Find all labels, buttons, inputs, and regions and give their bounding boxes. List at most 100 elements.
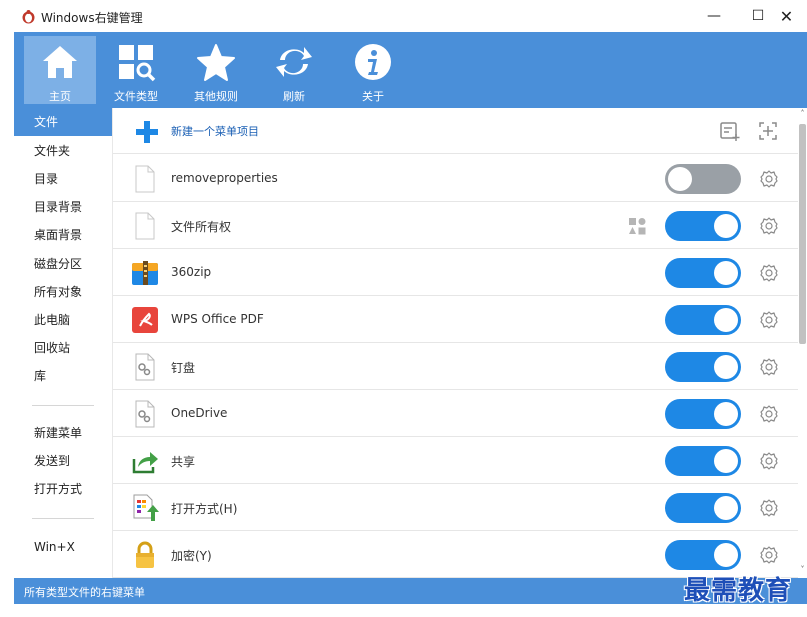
scroll-up-arrow-icon[interactable]: ˄	[798, 110, 807, 118]
menu-item-toggle[interactable]	[665, 211, 741, 241]
gear-icon[interactable]	[759, 216, 779, 236]
settings-file-icon	[135, 400, 155, 428]
menu-item-toggle[interactable]	[665, 305, 741, 335]
menu-item-toggle[interactable]	[665, 164, 741, 194]
menu-item-label: OneDrive	[171, 406, 228, 420]
menu-item-label: 加密(Y)	[171, 549, 212, 563]
sidebar-item-winx[interactable]: Win+X	[14, 533, 112, 561]
sidebar-item-recycle-bin[interactable]: 回收站	[14, 334, 112, 362]
add-text-entry-icon[interactable]	[719, 120, 741, 142]
sidebar-item-open-with[interactable]: 打开方式	[14, 475, 112, 503]
window-title: Windows右键管理	[41, 11, 143, 25]
menu-item-toggle[interactable]	[665, 352, 741, 382]
gear-icon[interactable]	[759, 169, 779, 189]
toggle-knob	[714, 496, 738, 520]
toolbar-home-label: 主页	[49, 90, 71, 103]
menu-item-row: 钉盘	[113, 343, 798, 390]
toggle-knob	[714, 402, 738, 426]
toolbar-otherrules-label: 其他规则	[194, 90, 238, 103]
menu-item-toggle[interactable]	[665, 493, 741, 523]
app-logo-icon	[22, 10, 35, 24]
gear-icon[interactable]	[759, 310, 779, 330]
menu-item-row: removeproperties	[113, 155, 798, 202]
info-icon	[355, 44, 391, 80]
menu-item-toggle[interactable]	[665, 399, 741, 429]
close-button[interactable]: ✕	[766, 0, 807, 32]
sidebar-item-directory-background[interactable]: 目录背景	[14, 193, 112, 221]
gear-icon[interactable]	[759, 357, 779, 377]
title-bar: Windows右键管理 — ☐ ✕	[14, 0, 807, 32]
gear-icon[interactable]	[759, 545, 779, 565]
watermark-text: 最需教育	[684, 576, 793, 606]
menu-item-row: WPS Office PDF	[113, 296, 798, 343]
sidebar-item-directory[interactable]: 目录	[14, 165, 112, 193]
toggle-knob	[668, 167, 692, 191]
new-menu-item-label: 新建一个菜单项目	[171, 125, 259, 138]
toggle-knob	[714, 543, 738, 567]
gear-icon[interactable]	[759, 404, 779, 424]
scrollbar-thumb[interactable]	[799, 124, 806, 344]
lock-icon	[136, 541, 154, 568]
star-icon	[197, 44, 235, 81]
menu-item-label: WPS Office PDF	[171, 312, 264, 326]
gear-icon[interactable]	[759, 451, 779, 471]
toolbar-about-button[interactable]: 关于	[337, 36, 409, 104]
gear-icon[interactable]	[759, 263, 779, 283]
shapes-icon[interactable]	[627, 216, 647, 236]
sidebar-item-file[interactable]: 文件	[14, 108, 112, 136]
menu-item-row: 打开方式(H)	[113, 484, 798, 531]
toolbar: 主页 文件类型 其他规则 刷新 关于	[14, 32, 807, 108]
menu-item-toggle[interactable]	[665, 258, 741, 288]
sidebar-divider	[32, 518, 94, 519]
plus-icon	[136, 121, 158, 143]
new-menu-item-row[interactable]: 新建一个菜单项目	[113, 108, 798, 154]
sidebar-item-new-menu[interactable]: 新建菜单	[14, 419, 112, 447]
menu-item-label: 共享	[171, 455, 196, 469]
toolbar-filetypes-button[interactable]: 文件类型	[100, 36, 172, 104]
toolbar-refresh-label: 刷新	[283, 90, 305, 103]
360zip-icon	[132, 261, 158, 285]
menu-item-row: 共享	[113, 437, 798, 484]
wps-pdf-icon	[132, 307, 158, 333]
blank-file-icon	[135, 212, 155, 240]
open-with-icon	[133, 494, 159, 521]
sidebar-item-disk-partition[interactable]: 磁盘分区	[14, 250, 112, 278]
toggle-knob	[714, 261, 738, 285]
home-icon	[43, 46, 77, 78]
menu-item-row: OneDrive	[113, 390, 798, 437]
menu-item-label: 打开方式(H)	[171, 502, 238, 516]
add-shell-entry-icon[interactable]	[757, 120, 779, 142]
toolbar-otherrules-button[interactable]: 其他规则	[180, 36, 252, 104]
settings-file-icon	[135, 353, 155, 381]
menu-item-list: 新建一个菜单项目 removeproperties 文件所有权 360zip W…	[112, 108, 798, 578]
scroll-down-arrow-icon[interactable]: ˅	[798, 566, 807, 574]
sidebar-item-all-objects[interactable]: 所有对象	[14, 278, 112, 306]
toggle-knob	[714, 308, 738, 332]
share-icon	[132, 452, 158, 474]
toggle-knob	[714, 449, 738, 473]
blank-file-icon	[135, 165, 155, 193]
menu-item-toggle[interactable]	[665, 540, 741, 570]
sidebar-item-this-pc[interactable]: 此电脑	[14, 306, 112, 334]
menu-item-toggle[interactable]	[665, 446, 741, 476]
gear-icon[interactable]	[759, 498, 779, 518]
minimize-button[interactable]: —	[692, 0, 736, 32]
status-text: 所有类型文件的右键菜单	[24, 586, 145, 599]
menu-item-label: 文件所有权	[171, 220, 232, 234]
refresh-icon	[276, 47, 312, 77]
toolbar-filetypes-label: 文件类型	[114, 90, 158, 103]
sidebar-item-desktop-background[interactable]: 桌面背景	[14, 221, 112, 249]
sidebar-item-send-to[interactable]: 发送到	[14, 447, 112, 475]
toggle-knob	[714, 355, 738, 379]
toolbar-refresh-button[interactable]: 刷新	[258, 36, 330, 104]
toolbar-home-button[interactable]: 主页	[24, 36, 96, 104]
sidebar-item-library[interactable]: 库	[14, 362, 112, 390]
menu-item-label: 钉盘	[171, 361, 196, 375]
menu-item-label: removeproperties	[171, 171, 278, 185]
sidebar-item-folder[interactable]: 文件夹	[14, 137, 112, 165]
vertical-scrollbar[interactable]: ˄ ˅	[798, 108, 807, 578]
menu-item-row: 360zip	[113, 249, 798, 296]
sidebar-divider	[32, 405, 94, 406]
toolbar-about-label: 关于	[362, 90, 384, 103]
toggle-knob	[714, 214, 738, 238]
